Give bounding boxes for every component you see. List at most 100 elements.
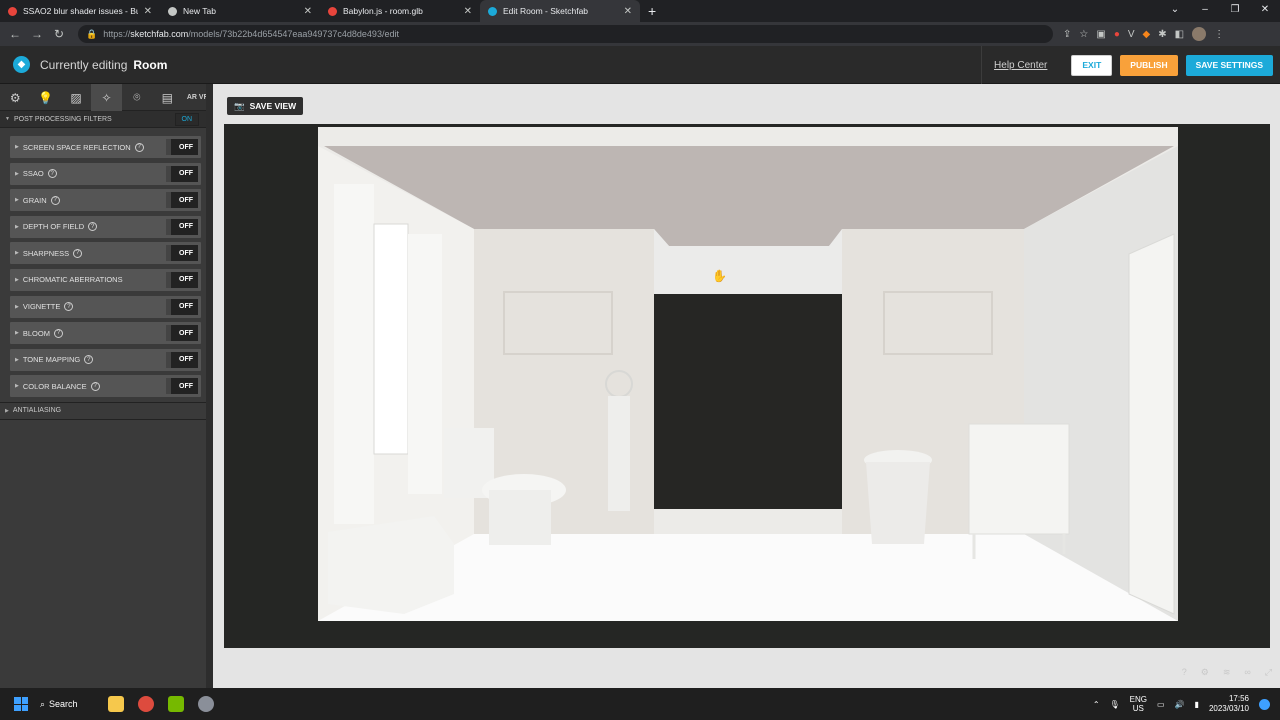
address-bar[interactable]: 🔒 https://sketchfab.com/models/73b22b4d6… — [78, 25, 1053, 43]
filter-bloom[interactable]: ▶ BLOOM? OFF — [10, 322, 201, 345]
battery-icon[interactable]: ▮ — [1195, 700, 1199, 709]
chrome-icon[interactable] — [137, 696, 154, 712]
help-question-icon[interactable]: ? — [134, 142, 144, 152]
settings-gear-icon[interactable]: ⚙ — [1201, 667, 1209, 678]
filter-grain[interactable]: ▶ GRAIN? OFF — [10, 189, 201, 212]
help-question-icon[interactable]: ? — [53, 328, 63, 338]
microphone-icon[interactable]: 🎙 — [1110, 700, 1120, 709]
url-path: /models/73b22b4d654547eaa949737c4d8de493… — [188, 29, 399, 39]
profile-avatar[interactable] — [1192, 27, 1207, 41]
sketchfab-logo-icon[interactable]: ◆ — [13, 56, 30, 73]
help-question-icon[interactable]: ? — [50, 195, 60, 205]
annotations-pin-icon[interactable]: ⌾ — [122, 84, 152, 111]
save-view-label: SAVE VIEW — [249, 101, 297, 111]
side-panel-icon[interactable]: ◧ — [1175, 29, 1184, 40]
animation-film-icon[interactable]: ▤ — [152, 84, 182, 111]
help-question-icon[interactable]: ? — [84, 355, 94, 365]
post-processing-wand-icon[interactable]: ✧ — [91, 84, 122, 111]
tab-search-icon[interactable]: ⌄ — [1160, 0, 1190, 22]
filter-screen-space-reflection[interactable]: ▶ SCREEN SPACE REFLECTION? OFF — [10, 136, 201, 158]
tab-babylon[interactable]: Babylon.js - room.glb ✕ — [320, 0, 480, 22]
publish-button[interactable]: PUBLISH — [1120, 54, 1178, 76]
filter-toggle[interactable]: OFF — [166, 192, 198, 209]
settings-panel: ⚙ 💡 ▨ ✧ ⌾ ▤ AR VR ▼ POST PROCESSING FILT… — [0, 84, 213, 688]
help-icon[interactable]: ? — [1182, 667, 1187, 678]
windows-start-icon[interactable] — [14, 697, 28, 711]
filter-toggle[interactable]: OFF — [166, 378, 198, 395]
settings-app-icon[interactable] — [197, 696, 214, 712]
tab-close-icon[interactable]: ✕ — [464, 6, 472, 17]
tab-ssao2[interactable]: SSAO2 blur shader issues - Bugs ✕ — [0, 0, 160, 22]
room-scene[interactable]: ✋ — [224, 124, 1270, 648]
filter-chromatic-aberrations[interactable]: ▶ CHROMATIC ABERRATIONS OFF — [10, 268, 201, 291]
clock[interactable]: 17:56 2023/03/10 — [1209, 694, 1249, 714]
notification-icon[interactable] — [1259, 698, 1270, 710]
filter-ssao[interactable]: ▶ SSAO? OFF — [10, 162, 201, 185]
nvidia-icon[interactable] — [167, 696, 184, 712]
tab-close-icon[interactable]: ✕ — [624, 6, 632, 17]
general-settings-icon[interactable]: ⚙ — [0, 84, 30, 111]
curtain-left — [334, 184, 374, 524]
file-explorer-icon[interactable] — [107, 696, 124, 712]
minimize-icon[interactable]: – — [1190, 0, 1220, 22]
taskbar-search[interactable]: ⌕ Search — [40, 699, 78, 710]
filter-toggle[interactable]: OFF — [166, 298, 198, 315]
viewer-3d[interactable]: 📷 SAVE VIEW ✋ ? ⚙ ≋ ∞ ⤢ — [213, 84, 1280, 688]
post-processing-section[interactable]: ▼ POST PROCESSING FILTERS ON — [0, 111, 213, 128]
extensions-puzzle-icon[interactable]: ✱ — [1158, 29, 1166, 40]
tab-close-icon[interactable]: ✕ — [304, 6, 312, 17]
filter-sharpness[interactable]: ▶ SHARPNESS? OFF — [10, 242, 201, 265]
tab-edit-room[interactable]: Edit Room - Sketchfab ✕ — [480, 0, 640, 22]
restore-icon[interactable]: ❐ — [1220, 0, 1250, 22]
panel-scrollbar[interactable] — [206, 84, 213, 688]
help-center-link[interactable]: Help Center — [994, 60, 1047, 71]
post-processing-toggle[interactable]: ON — [174, 112, 199, 126]
help-question-icon[interactable]: ? — [64, 302, 74, 312]
filter-toggle[interactable]: OFF — [166, 218, 198, 235]
settings-tabs: ⚙ 💡 ▨ ✧ ⌾ ▤ AR VR — [0, 84, 213, 111]
lighting-bulb-icon[interactable]: 💡 — [30, 84, 60, 111]
input-language[interactable]: ENG US — [1130, 695, 1147, 713]
filter-toggle[interactable]: OFF — [166, 245, 198, 262]
extension-icon[interactable]: ▣ — [1096, 29, 1105, 40]
tab-title: New Tab — [183, 6, 216, 16]
help-question-icon[interactable]: ? — [47, 169, 57, 179]
extension-red-icon[interactable]: ● — [1114, 29, 1120, 40]
antialiasing-section[interactable]: ▶ ANTIALIASING — [0, 402, 213, 420]
help-question-icon[interactable]: ? — [90, 381, 100, 391]
volume-icon[interactable]: 🔊 — [1175, 700, 1185, 709]
filter-vignette[interactable]: ▶ VIGNETTE? OFF — [10, 295, 201, 318]
help-question-icon[interactable]: ? — [73, 248, 83, 258]
network-icon[interactable]: ▭ — [1157, 700, 1165, 709]
share-icon[interactable]: ⇪ — [1063, 29, 1071, 40]
tray-chevron-icon[interactable]: ⌃ — [1093, 700, 1100, 709]
filter-toggle[interactable]: OFF — [166, 325, 198, 342]
filter-toggle[interactable]: OFF — [166, 271, 198, 288]
filter-toggle[interactable]: OFF — [166, 351, 198, 368]
curtain-right — [408, 234, 442, 494]
filter-toggle[interactable]: OFF — [166, 165, 198, 182]
bookmark-star-icon[interactable]: ☆ — [1079, 29, 1088, 40]
materials-image-icon[interactable]: ▨ — [61, 84, 91, 111]
tab-new-tab[interactable]: New Tab ✕ — [160, 0, 320, 22]
filter-toggle[interactable]: OFF — [166, 139, 198, 155]
fullscreen-icon[interactable]: ⤢ — [1265, 667, 1272, 678]
back-icon[interactable]: ← — [4, 27, 26, 41]
tab-close-icon[interactable]: ✕ — [144, 6, 152, 17]
filter-depth-of-field[interactable]: ▶ DEPTH OF FIELD? OFF — [10, 215, 201, 238]
filter-tone-mapping[interactable]: ▶ TONE MAPPING? OFF — [10, 348, 201, 371]
new-tab-button[interactable]: + — [640, 0, 664, 22]
help-question-icon[interactable]: ? — [88, 222, 98, 232]
save-settings-button[interactable]: SAVE SETTINGS — [1185, 54, 1273, 76]
reload-icon[interactable]: ↻ — [48, 27, 70, 41]
extension-v-icon[interactable]: V — [1128, 29, 1135, 40]
vr-glasses-icon[interactable]: ∞ — [1244, 667, 1250, 678]
layers-icon[interactable]: ≋ — [1223, 667, 1231, 678]
exit-button[interactable]: EXIT — [1071, 54, 1113, 76]
filter-color-balance[interactable]: ▶ COLOR BALANCE? OFF — [10, 375, 201, 398]
menu-dots-icon[interactable]: ⋮ — [1214, 29, 1224, 40]
save-view-button[interactable]: 📷 SAVE VIEW — [227, 97, 304, 115]
close-window-icon[interactable]: ✕ — [1250, 0, 1280, 22]
extension-fox-icon[interactable]: ◆ — [1143, 29, 1151, 40]
forward-icon[interactable]: → — [26, 27, 48, 41]
